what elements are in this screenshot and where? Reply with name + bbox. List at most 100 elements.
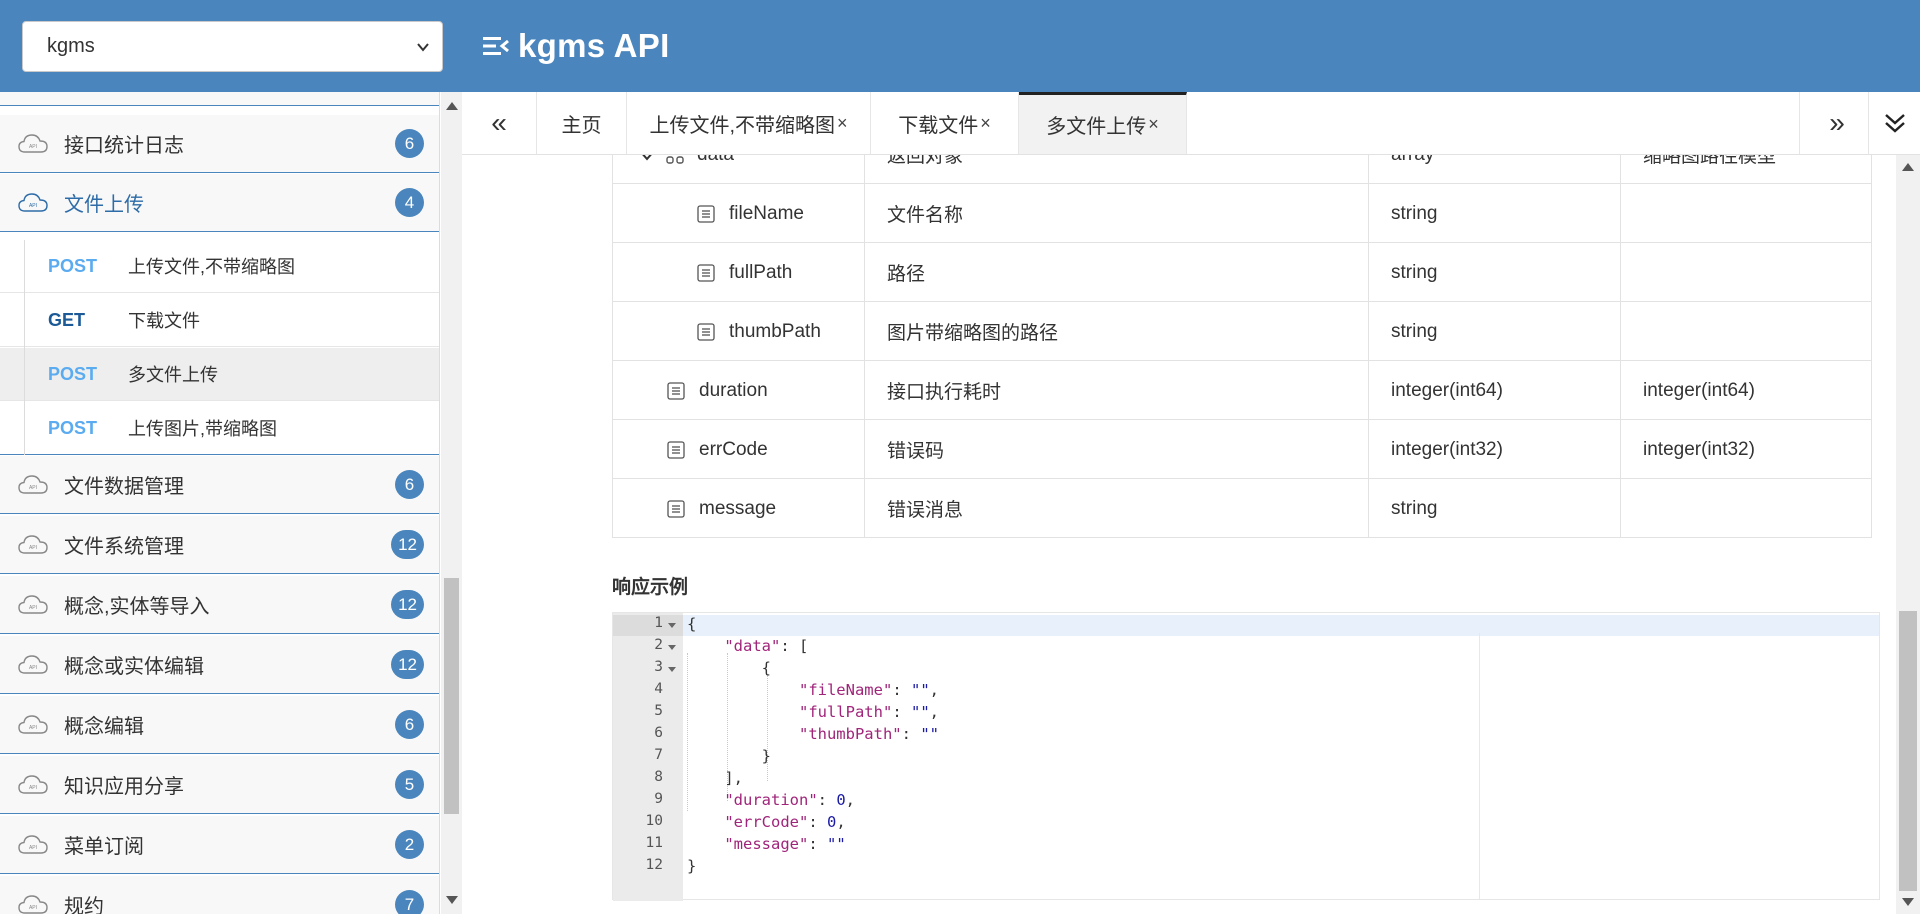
cloud-api-icon: API (18, 654, 48, 674)
sidebar-group-partial[interactable]: API (0, 92, 439, 106)
svg-text:API: API (29, 905, 37, 911)
sidebar-group-9[interactable]: API 规约 7 (0, 876, 439, 914)
param-row: fullPath 路径 string (612, 243, 1872, 302)
count-badge: 4 (395, 188, 424, 217)
sidebar-group-4[interactable]: API 概念,实体等导入 12 (0, 576, 439, 634)
sidebar-menu: API API 接口统计日志 6 API 文件上传 4 POST 上传文件,不带… (0, 92, 440, 914)
code-line: "fileName": "", (798, 681, 939, 699)
param-description: 图片带缩略图的路径 (864, 302, 1368, 361)
count-badge: 6 (395, 710, 424, 739)
scroll-down-arrow-icon[interactable] (1902, 898, 1914, 906)
param-name-cell: fullPath (612, 243, 864, 302)
param-row: thumbPath 图片带缩略图的路径 string (612, 302, 1872, 361)
fold-arrow-icon[interactable] (668, 667, 676, 672)
line-number: 9 (654, 791, 663, 807)
param-row: fileName 文件名称 string (612, 184, 1872, 243)
code-editor[interactable]: 1 2 3 4 5 6 7 8 9 10 11 12{ "data": [ { "fileName":… (612, 612, 1880, 901)
sidebar-group-6[interactable]: API 概念编辑 6 (0, 696, 439, 754)
sidebar-group-label: 规约 (64, 896, 104, 914)
sidebar-group-label: 文件上传 (64, 194, 144, 216)
svg-text:API: API (29, 144, 37, 150)
line-number: 12 (645, 857, 663, 873)
code-line: "data": [ (724, 637, 809, 655)
api-item-2[interactable]: POST 多文件上传 (0, 348, 439, 401)
tab-upload-no-thumb[interactable]: 上传文件,不带缩略图 × (627, 92, 871, 154)
svg-text:API: API (29, 485, 37, 491)
tab-label: 主页 (561, 114, 602, 137)
app-title: kgms API (482, 22, 670, 70)
tab-menu-button[interactable] (1868, 92, 1920, 154)
sidebar-group-1[interactable]: API 文件上传 4 (0, 174, 439, 232)
close-icon[interactable]: × (980, 113, 991, 134)
sidebar-group-0[interactable]: API 接口统计日志 6 (0, 115, 439, 173)
scrollbar-thumb[interactable] (1899, 611, 1917, 891)
line-number: 4 (654, 681, 663, 697)
param-schema: integer(int64) (1620, 361, 1872, 420)
api-group-select[interactable]: kgms (22, 21, 443, 72)
line-number: 10 (645, 813, 663, 829)
param-row: duration 接口执行耗时 integer(int64) integer(i… (612, 361, 1872, 420)
active-line-highlight (683, 615, 1879, 636)
code-line: ], (687, 769, 743, 787)
menu-toggle-icon[interactable] (482, 32, 510, 60)
tab-home[interactable]: 主页 (537, 92, 627, 154)
cloud-api-icon: API (18, 834, 48, 854)
line-number: 6 (654, 725, 663, 741)
scroll-up-arrow-icon[interactable] (1902, 163, 1914, 171)
line-number: 8 (654, 769, 663, 785)
line-number: 3 (654, 659, 663, 675)
api-item-3[interactable]: POST 上传图片,带缩略图 (0, 402, 439, 455)
field-doc-icon (667, 440, 685, 459)
sidebar-scrollbar[interactable] (441, 92, 462, 914)
object-grid-icon (666, 155, 684, 164)
param-name: errCode (699, 438, 768, 460)
api-name: 下载文件 (128, 311, 200, 331)
chevron-down-icon[interactable] (639, 155, 655, 161)
cloud-api-icon: API (18, 774, 48, 794)
sidebar-group-7[interactable]: API 知识应用分享 5 (0, 756, 439, 814)
cloud-api-icon: API (18, 594, 48, 614)
param-type: integer(int64) (1368, 361, 1620, 420)
svg-text:API: API (29, 665, 37, 671)
tab-bar: « 主页 上传文件,不带缩略图 × 下载文件 × 多文件上传 × » (462, 92, 1920, 155)
sidebar: API API 接口统计日志 6 API 文件上传 4 POST 上传文件,不带… (0, 92, 462, 914)
svg-text:API: API (29, 785, 37, 791)
sidebar-group-5[interactable]: API 概念或实体编辑 12 (0, 636, 439, 694)
cloud-api-icon: API (18, 894, 48, 914)
close-icon[interactable]: × (1148, 114, 1159, 135)
api-name: 多文件上传 (128, 365, 218, 385)
sidebar-group-3[interactable]: API 文件系统管理 12 (0, 516, 439, 574)
param-type: string (1368, 479, 1620, 538)
api-item-0[interactable]: POST 上传文件,不带缩略图 (0, 240, 439, 293)
tab-download[interactable]: 下载文件 × (871, 92, 1019, 154)
param-description: 路径 (864, 243, 1368, 302)
svg-text:API: API (29, 545, 37, 551)
tab-scroll-left-button[interactable]: « (462, 92, 537, 154)
param-name: thumbPath (729, 320, 821, 342)
content-scrollbar[interactable] (1896, 155, 1920, 914)
http-method: POST (48, 363, 98, 384)
scroll-down-arrow-icon[interactable] (446, 896, 458, 904)
svg-text:API: API (29, 203, 37, 209)
scroll-up-arrow-icon[interactable] (446, 102, 458, 110)
scrollbar-thumb[interactable] (444, 578, 459, 814)
code-line: "duration": 0, (724, 791, 856, 809)
tab-scroll-right-button[interactable]: » (1799, 92, 1874, 154)
sidebar-group-label: 概念或实体编辑 (64, 656, 204, 678)
count-badge: 12 (391, 650, 424, 679)
fold-arrow-icon[interactable] (668, 623, 676, 628)
sidebar-group-label: 文件系统管理 (64, 536, 184, 558)
param-description: 接口执行耗时 (864, 361, 1368, 420)
sidebar-group-2[interactable]: API 文件数据管理 6 (0, 456, 439, 514)
field-doc-icon (667, 381, 685, 400)
param-schema (1620, 302, 1872, 361)
line-number: 2 (654, 637, 663, 653)
fold-arrow-icon[interactable] (668, 645, 676, 650)
tree-line (24, 240, 25, 455)
header-bar: kgms kgms API (0, 0, 1920, 92)
sidebar-group-8[interactable]: API 菜单订阅 2 (0, 816, 439, 874)
tab-multi-upload[interactable]: 多文件上传 × (1019, 92, 1187, 154)
code-line: } (687, 747, 771, 765)
close-icon[interactable]: × (837, 113, 848, 134)
api-item-1[interactable]: GET 下载文件 (0, 294, 439, 347)
